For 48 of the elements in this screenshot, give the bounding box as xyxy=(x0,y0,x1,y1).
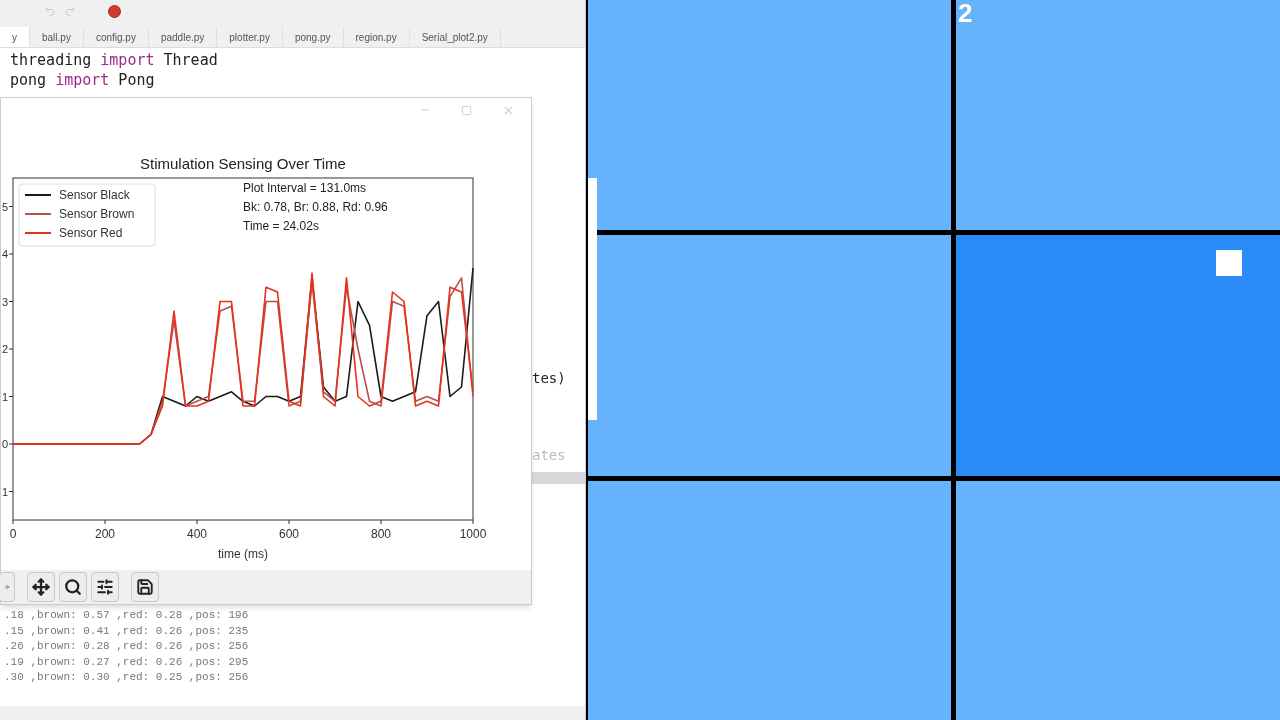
legend-label: Sensor Black xyxy=(59,188,130,202)
console-line: .30 ,brown: 0.30 ,red: 0.25 ,pos: 256 xyxy=(4,670,250,685)
y-tick-label: 4 xyxy=(2,248,9,260)
x-tick-label: 0 xyxy=(9,527,17,541)
file-tab[interactable]: y xyxy=(0,27,30,47)
legend-label: Sensor Red xyxy=(59,226,123,240)
x-tick-label: 200 xyxy=(95,527,115,541)
configure-button[interactable] xyxy=(91,572,119,602)
score-label: 2 xyxy=(958,0,973,26)
y-tick-label: 3 xyxy=(2,295,9,308)
x-tick-label: 400 xyxy=(187,527,207,541)
x-tick-label: 1000 xyxy=(459,527,487,541)
code-line: pong import Pong xyxy=(10,70,156,90)
x-tick-label: 600 xyxy=(279,527,299,541)
save-icon xyxy=(136,578,154,596)
legend-line-icon xyxy=(24,232,52,234)
save-button[interactable] xyxy=(131,572,159,602)
legend-label: Sensor Brown xyxy=(59,207,135,221)
y-tick-label: 1 xyxy=(2,390,9,403)
x-tick-label: 800 xyxy=(371,527,391,541)
y-tick-label: 2 xyxy=(2,343,9,355)
legend-line-icon xyxy=(24,194,52,196)
redo-icon[interactable] xyxy=(64,5,76,17)
stop-icon[interactable] xyxy=(108,4,121,18)
zoom-button[interactable] xyxy=(59,572,87,602)
console-line: .19 ,brown: 0.27 ,red: 0.26 ,pos: 295 xyxy=(4,654,250,670)
y-tick-label: 5 xyxy=(2,200,9,213)
y-tick-label: 1 xyxy=(2,485,9,498)
move-icon xyxy=(32,578,50,596)
sliders-icon xyxy=(96,578,114,596)
legend-line-icon xyxy=(24,213,52,215)
code-fragment: ates xyxy=(532,446,566,465)
console-line: .15 ,brown: 0.41 ,red: 0.26 ,pos: 235 xyxy=(4,623,250,639)
plot-annotation: Bk: 0.78, Br: 0.88, Rd: 0.96 xyxy=(243,200,388,214)
console-line: .18 ,brown: 0.57 ,red: 0.28 ,pos: 196 xyxy=(4,608,250,623)
search-icon xyxy=(64,578,82,596)
console-line: .26 ,brown: 0.28 ,red: 0.26 ,pos: 256 xyxy=(4,639,250,654)
chart-title: Stimulation Sensing Over Time xyxy=(140,155,346,172)
x-axis-label: time (ms) xyxy=(218,547,268,561)
code-fragment: tes) xyxy=(532,369,566,388)
forward-button[interactable] xyxy=(0,572,15,602)
plot-annotation: Plot Interval = 131.0ms xyxy=(243,181,367,195)
y-tick-label: 0 xyxy=(2,438,9,450)
maximize-icon[interactable] xyxy=(461,104,472,116)
plot-annotation: Time = 24.02s xyxy=(243,219,319,233)
pan-button[interactable] xyxy=(27,572,55,602)
undo-icon[interactable] xyxy=(44,5,56,17)
code-line: threading import Thread xyxy=(10,50,219,70)
